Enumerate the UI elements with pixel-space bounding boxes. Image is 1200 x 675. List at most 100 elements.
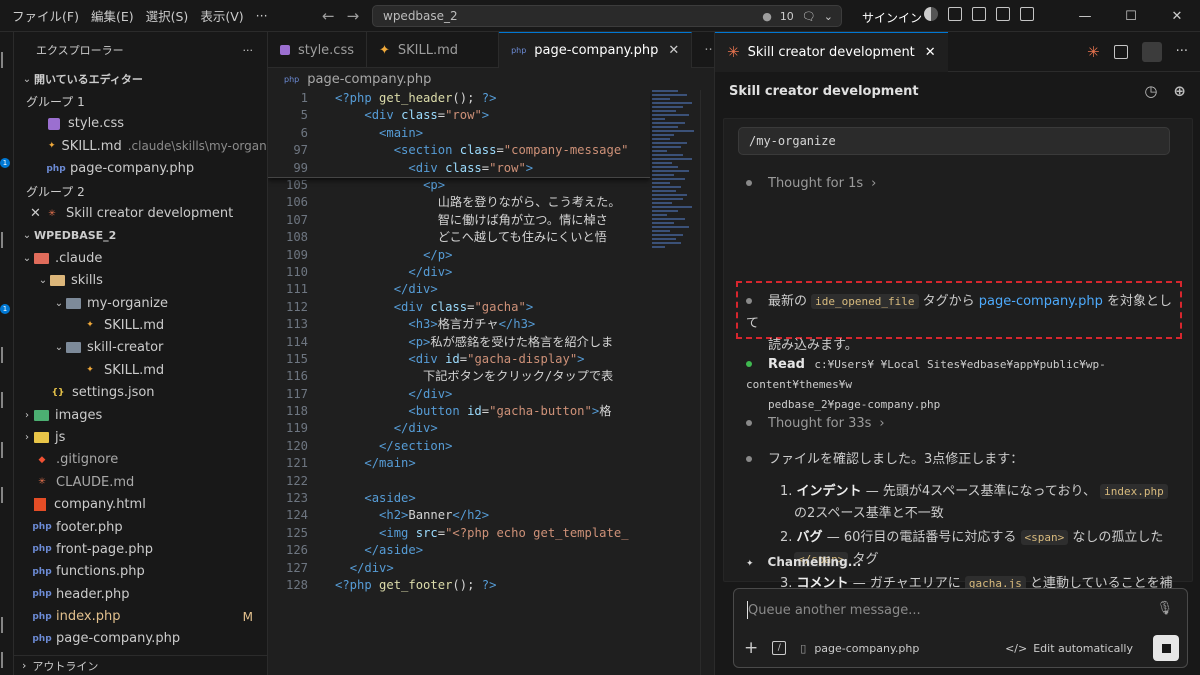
breadcrumb-file[interactable]: page-company.php (307, 72, 431, 87)
tree-item[interactable]: ✦ SKILL.md (14, 359, 267, 381)
forward-arrow-icon[interactable]: → (347, 7, 360, 25)
tree-item[interactable]: ⌄ skills (14, 270, 267, 292)
tree-item[interactable]: › js (14, 426, 267, 448)
tree-item[interactable]: php index.php M (14, 605, 267, 627)
more-actions-icon[interactable]: ··· (1176, 44, 1188, 59)
status-indicator: ✦ Channelling... (746, 551, 1180, 575)
timeline-icon[interactable] (1, 487, 11, 503)
thought-2[interactable]: Thought for 33s › (746, 413, 1180, 435)
editor-scrollbar[interactable] (700, 90, 714, 675)
tab-label: SKILL.md (397, 42, 459, 58)
menu-edit[interactable]: 編集(E) (85, 6, 140, 25)
tree-item[interactable]: › images (14, 404, 267, 426)
tab-skill-md[interactable]: ✦ SKILL.md (367, 32, 500, 68)
code-line: 5 <div class="row"> (268, 107, 650, 124)
code-view[interactable]: 1 <?php get_header(); ?> 5 <div class="row… (268, 90, 714, 675)
menu-selection[interactable]: 選択(S) (140, 6, 195, 25)
close-window-icon[interactable]: ✕ (1154, 0, 1200, 32)
php-file-icon: php (284, 74, 300, 84)
toggle-sidebar-icon[interactable] (972, 7, 986, 21)
minimize-icon[interactable]: — (1062, 0, 1108, 32)
code-line: 6 <main> (268, 125, 650, 142)
thought-1[interactable]: Thought for 1s › (746, 173, 1180, 195)
minimap[interactable] (652, 90, 696, 290)
close-icon[interactable]: ✕ (668, 43, 679, 58)
bullet-icon (746, 455, 752, 462)
php-file-icon: php (32, 611, 52, 622)
microphone-icon[interactable]: 🎙 (1156, 601, 1173, 616)
tree-item[interactable]: php functions.php (14, 561, 267, 583)
tree-item[interactable]: php front-page.php (14, 538, 267, 560)
tree-item[interactable]: {} settings.json (14, 381, 267, 403)
toggle-secondary-sidebar-icon[interactable] (1020, 7, 1034, 21)
tree-item[interactable]: ✦ SKILL.md (14, 314, 267, 336)
tree-item[interactable]: ⌄ .claude (14, 247, 267, 269)
open-editor-style-css[interactable]: style.css (14, 113, 267, 135)
tree-item[interactable]: php header.php (14, 583, 267, 605)
command-text: /my-organize (749, 134, 836, 148)
line-text: どこへ越しても住みにくいと悟 (335, 230, 607, 245)
slash-command-icon[interactable]: / (772, 641, 787, 655)
fix-item-1: 1. インデント — 先頭が4スペース基準になっており、 index.php の… (780, 481, 1180, 525)
read-step[interactable]: Read c:¥Users¥ ¥Local Sites¥edbase¥app¥p… (746, 355, 1180, 415)
command-center-search[interactable]: wpedbase_2 ● 10 🗨 ⌄ (372, 5, 842, 27)
explorer-icon[interactable] (1, 52, 11, 68)
sign-in-button[interactable]: サインイン (862, 9, 922, 26)
split-editor-icon[interactable] (1113, 44, 1128, 59)
stop-button[interactable] (1153, 635, 1179, 661)
tree-item[interactable]: company.html (14, 493, 267, 515)
close-icon[interactable]: ✕ (30, 206, 44, 221)
tab-style-css[interactable]: style.css (268, 32, 367, 68)
chat-icon[interactable]: 🗨 (802, 10, 816, 23)
tree-item[interactable]: php footer.php (14, 516, 267, 538)
tree-item[interactable]: ✳ CLAUDE.md (14, 471, 267, 493)
extensions-badge-icon[interactable]: 1 (0, 304, 10, 314)
open-editor-page-company[interactable]: php page-company.php (14, 158, 267, 180)
open-editors-header[interactable]: ⌄ 開いているエディター (14, 68, 267, 90)
open-editor-skill-creator[interactable]: ✕ ✳ Skill creator development (14, 202, 267, 224)
testing-icon[interactable] (1, 442, 11, 458)
menu-more[interactable]: ··· (250, 8, 274, 23)
add-attachment-icon[interactable]: + (744, 638, 758, 658)
back-arrow-icon[interactable]: ← (322, 7, 335, 25)
run-debug-icon[interactable] (1, 347, 11, 363)
tree-item[interactable]: ⌄ skill-creator (14, 337, 267, 359)
message-input[interactable]: Queue another message... (748, 603, 921, 618)
maximize-icon[interactable]: ☐ (1108, 0, 1154, 32)
code-line: 99 <div class="row"> (268, 160, 650, 177)
claude-spark-icon[interactable]: ✳ (1087, 43, 1100, 61)
group-2-text: グループ 2 (26, 184, 85, 199)
history-icon[interactable]: ◷ (1144, 82, 1157, 100)
new-chat-icon[interactable]: ⊕ (1173, 82, 1186, 100)
remote-icon[interactable] (1, 392, 11, 408)
source-control-icon[interactable] (1, 232, 11, 248)
message-input-box[interactable]: Queue another message... 🎙 + / ▯ page-co… (733, 588, 1188, 668)
workspace-header[interactable]: ⌄ WPEDBASE_2 (14, 225, 267, 247)
code-line: 110 </div> (268, 264, 714, 281)
lock-icon[interactable] (1141, 41, 1162, 62)
menu-view[interactable]: 表示(V) (194, 6, 249, 25)
outline-section[interactable]: › アウトライン (14, 655, 267, 675)
open-editor-skill-md[interactable]: ✦ SKILL.md .claude\skills\my-organize (14, 135, 267, 157)
manage-icon[interactable] (1, 652, 11, 668)
more-actions-icon[interactable]: ··· (243, 44, 254, 57)
minimap-line (652, 130, 694, 132)
code-line: 123 <aside> (268, 490, 714, 507)
status-text: Channelling... (767, 555, 862, 569)
menu-file[interactable]: ファイル(F) (6, 6, 85, 25)
tree-item[interactable]: php page-company.php (14, 628, 267, 650)
attached-file-chip[interactable]: page-company.php (814, 642, 919, 655)
layout-grid-icon[interactable] (948, 7, 962, 21)
edit-mode-toggle[interactable]: </> Edit automatically (1005, 642, 1133, 655)
close-icon[interactable]: ✕ (925, 45, 936, 60)
tab-page-company[interactable]: php page-company.php ✕ (499, 32, 693, 68)
tree-item[interactable]: ⌄ my-organize (14, 292, 267, 314)
toggle-panel-icon[interactable] (996, 7, 1010, 21)
accounts-icon[interactable] (924, 7, 938, 21)
msg1-file-link[interactable]: page-company.php (979, 294, 1103, 309)
search-badge-icon[interactable]: 1 (0, 158, 10, 168)
chevron-down-icon[interactable]: ⌄ (824, 10, 833, 23)
tree-item[interactable]: ◆ .gitignore (14, 449, 267, 471)
chat-tab[interactable]: ✳ Skill creator development ✕ (715, 31, 948, 72)
account-icon[interactable] (1, 617, 11, 633)
